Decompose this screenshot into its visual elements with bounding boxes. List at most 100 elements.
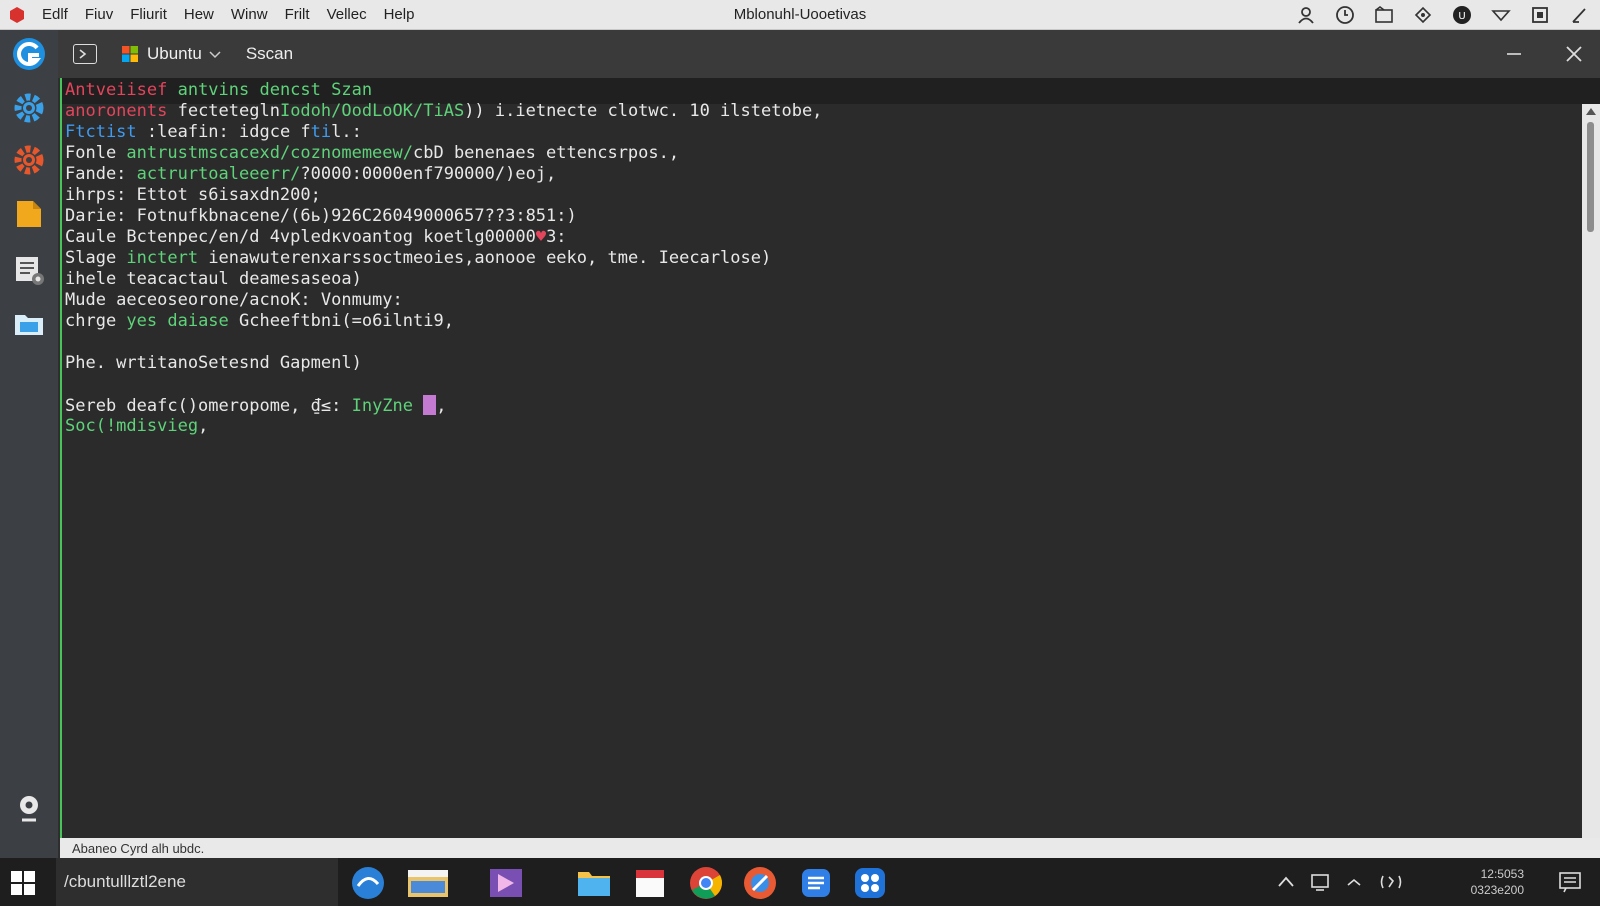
dock-settings[interactable] [9,88,49,128]
windows-start-icon[interactable] [10,870,36,896]
terminal-text: Caule Bctenpec/en/d 4vpledкvoantog koetl… [65,227,536,247]
terminal-line: Antveiisef antvins dencst Szan [65,80,822,101]
terminal-text: chrge [65,311,127,331]
chrome-icon [690,867,723,899]
gear-icon [14,93,44,123]
left-dock [0,30,58,858]
terminal-text: Iodoh/OodLoOK/TiAS [279,101,465,121]
wifi-icon[interactable] [1490,4,1512,26]
taskbar-app-browser[interactable] [742,865,778,901]
chevron-up-icon[interactable] [1276,872,1296,892]
terminal-cursor [423,395,437,415]
menu-help[interactable]: Help [384,6,415,23]
terminal-text: Soc(!mdisvieg [65,416,199,436]
dock-documents[interactable] [9,250,49,290]
edge-icon [352,867,384,899]
taskbar-app-explorer[interactable] [406,865,450,901]
terminal-tab-bar: Ubuntu Sscan [58,30,1600,78]
terminal-text: , [436,396,447,416]
terminal-text: antrustmscacexd/coznomemeew/ [126,143,413,163]
caret-up-icon[interactable] [1344,872,1364,892]
media-player-icon [490,869,522,897]
clock-time: 12:5053 [1480,867,1524,881]
scrollbar-thumb[interactable] [1587,122,1594,232]
terminal-scrollbar[interactable] [1582,104,1600,838]
taskbar-app-media[interactable] [488,865,524,901]
terminal-text: ♥ [535,227,547,247]
menu-filter[interactable]: Fliurit [130,6,167,23]
window-icon[interactable] [1529,4,1551,26]
terminal-text: ihrps: Ettot s6isaxdn200; [65,185,321,205]
terminal-line: ihrps: Ettot s6isaxdn200; [65,185,822,206]
chevron-down-icon[interactable] [208,47,222,61]
terminal-text: actrurtoaleeerr/ [136,164,301,184]
dock-files[interactable] [9,194,49,234]
browser-icon [13,38,45,70]
terminal-text: l.: [331,122,362,142]
taskbar-search[interactable]: /cbuntulllztl2ene [56,858,338,906]
taskbar-clock[interactable]: 12:5053 0323e200 [1471,866,1524,898]
network-icon[interactable] [1412,4,1434,26]
terminal-text: ?0000:0000enf790000/)eoj, [300,164,557,184]
menu-edit[interactable]: Edlf [42,6,68,23]
browser-alt-icon [744,867,776,899]
tab-title: Sscan [245,44,294,63]
terminal-text: anoronents [65,101,178,121]
terminal-text: ihele teacactaul deamesaseoa) [65,269,362,289]
terminal-text: Sereb deafc()omeropome, [65,396,311,416]
taskbar-app-dropbox[interactable] [852,865,888,901]
folder-image-icon [15,315,43,335]
terminal-line: Fonle antrustmscacexd/coznomemeew/cbD be… [65,143,822,164]
display-icon[interactable] [1310,872,1330,892]
dock-location[interactable] [9,788,49,828]
terminal-text: Antveiisef [65,80,178,100]
terminal-line: ihele teacactaul deamesaseoa) [65,269,822,290]
terminal-line: Sereb deafc()omeropome, ₫≤: InyZne , [65,395,822,416]
dock-browser[interactable] [9,34,49,74]
folder-blue-icon [578,872,610,896]
ubuntu-logo-icon [122,46,138,62]
menu-file[interactable]: Fiuv [85,6,113,23]
terminal-text: , [198,416,209,436]
taskbar-app-edge[interactable] [350,865,386,901]
taskbar: /cbuntulllztl2ene 12:5053 0323e200 [0,858,1600,906]
close-icon[interactable] [1562,42,1586,66]
terminal-output[interactable]: Antveiisef antvins dencst Szan anoronents… [60,78,1600,838]
terminal-text: Fande: [65,164,137,184]
terminal-line: Darie: Fotnufkbnacene/(6ь)926C2604900065… [65,206,822,227]
location-pin-icon [20,796,38,822]
terminal-text: :leafin: idgce f [146,122,311,142]
menubar-tray: U [1295,4,1590,26]
edit-icon[interactable] [1568,4,1590,26]
menu-view[interactable]: Hew [184,6,214,23]
taskbar-app-calendar[interactable] [632,865,668,901]
menu-window[interactable]: Winw [231,6,268,23]
new-tab-button[interactable] [73,44,97,64]
calendar-icon [636,870,664,897]
tab-ubuntu[interactable]: Ubuntu [121,44,222,64]
clock-icon[interactable] [1334,4,1356,26]
taskbar-app-chrome[interactable] [688,865,724,901]
menu-fruit[interactable]: Frilt [285,6,310,23]
terminal-window: Ubuntu Sscan Antveiisef antvins dencst S… [58,30,1600,860]
terminal-line: Caule Bctenpec/en/d 4vpledкvoantog koetl… [65,227,822,248]
terminal-text: ₫≤: [310,396,352,416]
notifications-icon[interactable] [1558,871,1582,893]
dock-system-settings[interactable] [9,140,49,180]
volume-icon[interactable] [1378,872,1404,892]
taskbar-app-notes[interactable] [798,865,834,901]
cog-icon [14,145,44,175]
folder-icon[interactable] [1373,4,1395,26]
taskbar-app-files[interactable] [576,865,612,901]
scroll-up-icon[interactable] [1586,108,1596,115]
terminal-text: Gcheeftbni(=o6ilnti9, [239,311,454,331]
app-logo-icon[interactable] [8,6,26,24]
dock-file-manager[interactable] [9,304,49,344]
terminal-line: Soc(!mdisvieg, [65,416,822,437]
user-icon[interactable] [1295,4,1317,26]
puzzle-icon [855,868,885,898]
account-icon[interactable]: U [1451,4,1473,26]
menu-vellec[interactable]: Vellec [327,6,367,23]
minimize-icon[interactable] [1502,46,1526,62]
